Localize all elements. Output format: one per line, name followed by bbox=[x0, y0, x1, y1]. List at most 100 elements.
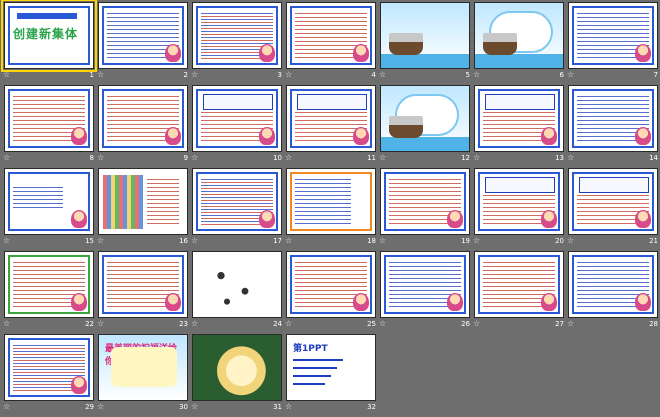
slide-star-icon[interactable]: ☆ bbox=[97, 402, 104, 412]
slide-cell[interactable]: ☆ 28 bbox=[566, 251, 660, 334]
slide-thumbnail[interactable] bbox=[286, 251, 376, 318]
slide-star-icon[interactable]: ☆ bbox=[379, 70, 386, 80]
slide-thumbnail[interactable] bbox=[380, 85, 470, 152]
slide-cell[interactable]: ☆ 14 bbox=[566, 85, 660, 168]
slide-thumbnail[interactable] bbox=[474, 251, 564, 318]
slide-thumbnail[interactable] bbox=[380, 251, 470, 318]
slide-cell[interactable]: ☆ 23 bbox=[96, 251, 190, 334]
slide-star-icon[interactable]: ☆ bbox=[379, 236, 386, 246]
slide-star-icon[interactable]: ☆ bbox=[3, 236, 10, 246]
slide-cell[interactable]: ☆ 4 bbox=[284, 2, 378, 85]
slide-star-icon[interactable]: ☆ bbox=[3, 402, 10, 412]
slide-star-icon[interactable]: ☆ bbox=[567, 153, 574, 163]
slide-thumbnail[interactable] bbox=[286, 2, 376, 69]
slide-cell[interactable]: ☆ 31 bbox=[190, 334, 284, 417]
slide-star-icon[interactable]: ☆ bbox=[285, 153, 292, 163]
slide-star-icon[interactable]: ☆ bbox=[97, 70, 104, 80]
slide-cell[interactable]: ☆ 10 bbox=[190, 85, 284, 168]
slide-cell[interactable]: ☆ 26 bbox=[378, 251, 472, 334]
slide-thumbnail[interactable] bbox=[4, 85, 94, 152]
slide-star-icon[interactable]: ☆ bbox=[567, 319, 574, 329]
slide-star-icon[interactable]: ☆ bbox=[285, 236, 292, 246]
slide-cell[interactable]: ☆ 22 bbox=[2, 251, 96, 334]
slide-thumbnail[interactable] bbox=[380, 2, 470, 69]
slide-star-icon[interactable]: ☆ bbox=[567, 70, 574, 80]
slide-cell[interactable]: ☆ 7 bbox=[566, 2, 660, 85]
slide-thumbnail[interactable]: 最美丽的祝福送给你！ bbox=[98, 334, 188, 401]
slide-star-icon[interactable]: ☆ bbox=[473, 319, 480, 329]
slide-thumbnail[interactable] bbox=[192, 85, 282, 152]
slide-cell[interactable]: ☆ 5 bbox=[378, 2, 472, 85]
slide-cell[interactable]: 创建新集体 ☆ 1 bbox=[1, 0, 97, 85]
slide-thumbnail[interactable] bbox=[568, 251, 658, 318]
slide-cell[interactable]: ☆ 15 bbox=[2, 168, 96, 251]
slide-cell[interactable]: ☆ 17 bbox=[190, 168, 284, 251]
slide-star-icon[interactable]: ☆ bbox=[191, 153, 198, 163]
slide-star-icon[interactable]: ☆ bbox=[191, 402, 198, 412]
ship-icon bbox=[483, 33, 517, 55]
slide-thumbnail[interactable] bbox=[4, 251, 94, 318]
slide-star-icon[interactable]: ☆ bbox=[379, 319, 386, 329]
slide-cell[interactable]: ☆ 27 bbox=[472, 251, 566, 334]
slide-cell[interactable]: 最美丽的祝福送给你！☆ 30 bbox=[96, 334, 190, 417]
slide-thumbnail[interactable] bbox=[286, 168, 376, 235]
slide-thumbnail[interactable] bbox=[192, 2, 282, 69]
slide-thumbnail[interactable] bbox=[192, 251, 282, 318]
slide-star-icon[interactable]: ☆ bbox=[567, 236, 574, 246]
slide-thumbnail[interactable] bbox=[192, 334, 282, 401]
slide-thumbnail[interactable] bbox=[474, 168, 564, 235]
slide-cell[interactable]: ☆ 6 bbox=[472, 2, 566, 85]
slide-cell[interactable]: ☆ 21 bbox=[566, 168, 660, 251]
slide-cell[interactable]: ☆ 16 bbox=[96, 168, 190, 251]
slide-cell[interactable]: ☆ 11 bbox=[284, 85, 378, 168]
slide-thumbnail[interactable] bbox=[568, 85, 658, 152]
slide-star-icon[interactable]: ☆ bbox=[379, 153, 386, 163]
slide-cell[interactable]: ☆ 24 bbox=[190, 251, 284, 334]
slide-cell[interactable]: ☆ 18 bbox=[284, 168, 378, 251]
slide-star-icon[interactable]: ☆ bbox=[97, 319, 104, 329]
slide-cell[interactable]: ☆ 2 bbox=[96, 2, 190, 85]
cartoon-girl-icon bbox=[259, 127, 275, 145]
slide-star-icon[interactable]: ☆ bbox=[97, 153, 104, 163]
slide-thumbnail[interactable] bbox=[568, 168, 658, 235]
slide-star-icon[interactable]: ☆ bbox=[191, 236, 198, 246]
slide-thumbnail[interactable] bbox=[474, 2, 564, 69]
slide-star-icon[interactable]: ☆ bbox=[191, 319, 198, 329]
slide-star-icon[interactable]: ☆ bbox=[191, 70, 198, 80]
slide-thumbnail[interactable] bbox=[98, 2, 188, 69]
slide-star-icon[interactable]: ☆ bbox=[3, 153, 10, 163]
slide-thumbnail[interactable] bbox=[286, 85, 376, 152]
slide-thumbnail[interactable] bbox=[98, 168, 188, 235]
slide-star-icon[interactable]: ☆ bbox=[285, 402, 292, 412]
slide-cell[interactable]: ☆ 9 bbox=[96, 85, 190, 168]
slide-cell[interactable]: ☆ 12 bbox=[378, 85, 472, 168]
slide-thumbnail[interactable] bbox=[568, 2, 658, 69]
slide-thumbnail[interactable] bbox=[474, 85, 564, 152]
slide-cell[interactable]: ☆ 19 bbox=[378, 168, 472, 251]
slide-cell[interactable]: ☆ 29 bbox=[2, 334, 96, 417]
slide-star-icon[interactable]: ☆ bbox=[97, 236, 104, 246]
slide-thumbnail[interactable] bbox=[192, 168, 282, 235]
slide-thumbnail[interactable] bbox=[380, 168, 470, 235]
slide-cell[interactable]: 第1PPT ☆ 32 bbox=[284, 334, 378, 417]
slide-star-icon[interactable]: ☆ bbox=[473, 236, 480, 246]
slide-star-icon[interactable]: ☆ bbox=[473, 70, 480, 80]
slide-cell[interactable]: ☆ 3 bbox=[190, 2, 284, 85]
slide-thumbnail[interactable] bbox=[98, 251, 188, 318]
slide-star-icon[interactable]: ☆ bbox=[3, 319, 10, 329]
slide-thumbnail[interactable]: 第1PPT bbox=[286, 334, 376, 401]
slide-star-icon[interactable]: ☆ bbox=[473, 153, 480, 163]
slide-thumbnail[interactable]: 创建新集体 bbox=[1, 0, 97, 72]
slide-star-icon[interactable]: ☆ bbox=[3, 70, 10, 80]
slide-cell[interactable]: ☆ 25 bbox=[284, 251, 378, 334]
slide-thumbnail[interactable] bbox=[4, 334, 94, 401]
slide-thumbnail[interactable] bbox=[98, 85, 188, 152]
slide-cell[interactable]: ☆ 8 bbox=[2, 85, 96, 168]
ship-icon bbox=[389, 116, 423, 138]
slide-star-icon[interactable]: ☆ bbox=[285, 70, 292, 80]
slide-cell[interactable]: ☆ 13 bbox=[472, 85, 566, 168]
ppt-text-bar bbox=[293, 383, 325, 385]
slide-thumbnail[interactable] bbox=[4, 168, 94, 235]
slide-star-icon[interactable]: ☆ bbox=[285, 319, 292, 329]
slide-cell[interactable]: ☆ 20 bbox=[472, 168, 566, 251]
